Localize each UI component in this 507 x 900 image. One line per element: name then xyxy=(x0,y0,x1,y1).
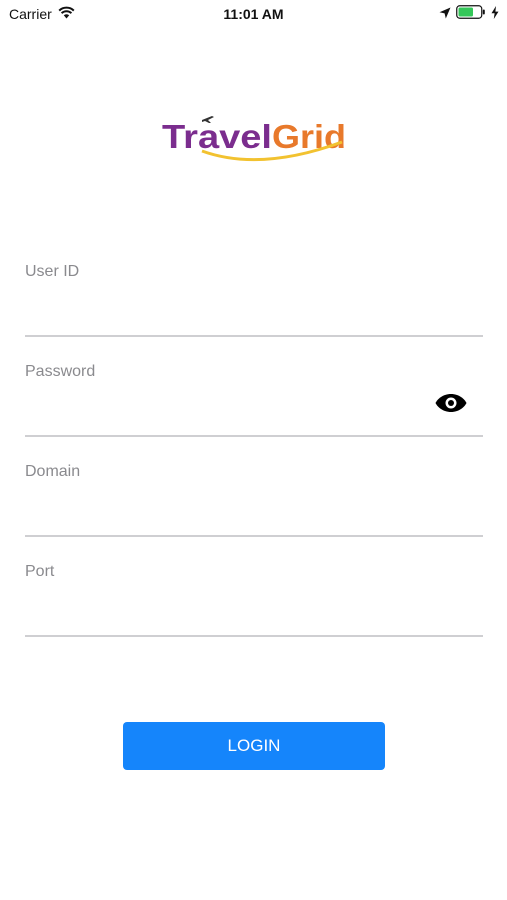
status-right xyxy=(439,5,499,22)
travelgrid-logo: Travel Grid xyxy=(150,110,360,170)
domain-field: Domain xyxy=(25,463,483,537)
user-id-underline xyxy=(25,335,483,337)
port-input[interactable] xyxy=(25,589,425,625)
password-field: Password xyxy=(25,363,483,437)
port-field: Port xyxy=(25,563,483,637)
password-underline xyxy=(25,435,483,437)
status-bar: Carrier 11:01 AM xyxy=(0,0,507,28)
login-button-label: LOGIN xyxy=(227,736,281,755)
password-label: Password xyxy=(25,363,96,380)
domain-input[interactable] xyxy=(25,489,425,525)
password-input[interactable] xyxy=(25,389,425,425)
user-id-field: User ID xyxy=(25,263,483,337)
domain-label: Domain xyxy=(25,463,81,480)
login-button[interactable]: LOGIN xyxy=(123,722,385,770)
show-password-eye-icon[interactable] xyxy=(435,393,467,413)
status-time: 11:01 AM xyxy=(223,6,284,22)
location-arrow-icon xyxy=(439,6,451,22)
battery-icon xyxy=(456,5,486,22)
user-id-input[interactable] xyxy=(25,289,425,325)
domain-underline xyxy=(25,535,483,537)
logo-text-grid: Grid xyxy=(272,118,346,155)
charging-bolt-icon xyxy=(491,5,499,22)
logo-text-travel: Travel xyxy=(162,118,272,155)
user-id-label: User ID xyxy=(25,263,80,280)
port-label: Port xyxy=(25,563,55,580)
port-underline xyxy=(25,635,483,637)
